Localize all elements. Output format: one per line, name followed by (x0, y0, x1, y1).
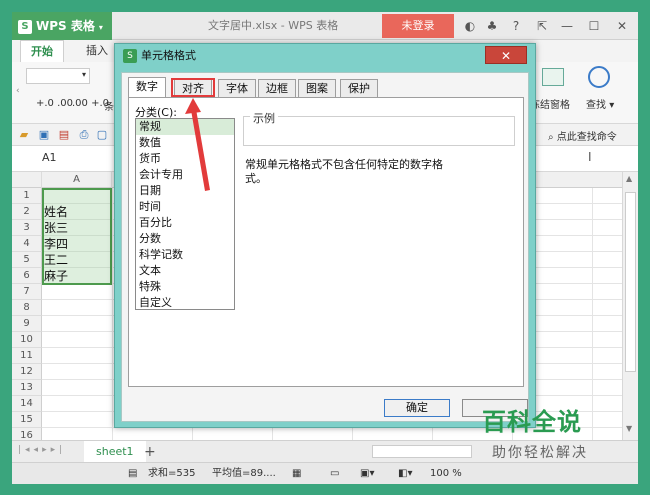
watermark-logo: 百科全说 助你轻松解决 (466, 400, 616, 470)
app-window: S WPS 表格 ▾ 文字居中.xlsx - WPS 表格 未登录 ◐ ♣ ? ⇱ … (0, 0, 650, 495)
watermark-title: 百科全说 (482, 408, 582, 436)
watermark-subtitle: 助你轻松解决 (492, 445, 588, 461)
arrow-shaft (191, 109, 210, 191)
